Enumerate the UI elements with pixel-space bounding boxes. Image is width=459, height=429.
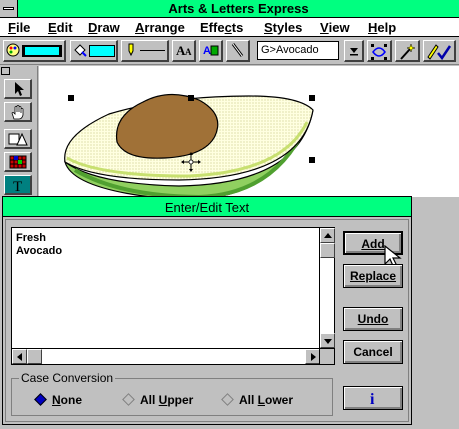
text-entry-area[interactable]: Fresh Avocado [11, 227, 335, 365]
magic-wand-icon [400, 43, 416, 60]
fill-swatch [25, 47, 59, 55]
color-text-button[interactable]: A [199, 40, 223, 62]
replace-button[interactable]: Replace [343, 264, 403, 288]
arrow-left-icon [17, 353, 22, 361]
scroll-down-button[interactable] [320, 333, 335, 348]
app-title-bar: Arts & Letters Express [0, 0, 459, 18]
arrow-up-icon [324, 233, 332, 238]
case-conversion-group: Case Conversion None All Upper All Lower [11, 371, 333, 416]
style-name-field[interactable]: G>Avocado [257, 41, 339, 60]
cancel-button-label: Cancel [353, 345, 393, 359]
selection-handle[interactable] [68, 95, 74, 101]
menu-edit[interactable]: Edit [48, 20, 73, 35]
menu-arrange[interactable]: Arrange [135, 20, 185, 35]
scroll-up-button[interactable] [320, 228, 335, 243]
menu-file[interactable]: File [8, 20, 30, 35]
hand-tool[interactable] [4, 102, 32, 122]
system-menu-button[interactable] [0, 0, 18, 17]
radio-unselected-icon [221, 393, 234, 406]
text-entry-content[interactable]: Fresh Avocado [16, 232, 62, 258]
case-none-label: None [52, 393, 83, 407]
replace-button-label: Replace [349, 269, 397, 283]
menu-effects[interactable]: Effects [200, 20, 243, 35]
line-preview [140, 50, 165, 51]
radio-selected-icon [34, 393, 47, 406]
style-dropdown-button[interactable] [344, 40, 364, 62]
horizontal-scrollbar[interactable] [12, 348, 320, 364]
menubar: File Edit Draw Arrange Effects Styles Vi… [0, 18, 459, 37]
chart-tool[interactable] [4, 152, 32, 172]
svg-text:A: A [203, 45, 211, 57]
selection-handle[interactable] [309, 157, 315, 163]
line-swatch [89, 45, 115, 57]
palette-icon [6, 43, 20, 57]
eyedropper-button[interactable] [226, 40, 250, 62]
magic-wand-button[interactable] [395, 40, 420, 62]
case-conversion-legend: Case Conversion [19, 371, 116, 385]
pen-nib-icon [128, 43, 134, 57]
spell-check-icon [427, 44, 452, 61]
scroll-left-button[interactable] [12, 349, 27, 364]
avocado-illustration [63, 93, 314, 197]
undo-button-label: Undo [357, 312, 389, 326]
scroll-thumb[interactable] [320, 243, 335, 258]
line-color-button[interactable] [70, 40, 118, 62]
fill-color-button[interactable] [3, 40, 66, 62]
selection-handle[interactable] [188, 95, 194, 101]
menu-view[interactable]: View [320, 20, 350, 35]
select-tool[interactable] [4, 79, 32, 99]
undo-button[interactable]: Undo [343, 307, 403, 331]
enter-edit-text-dialog: Enter/Edit Text Fresh Avocado Add Replac… [2, 196, 412, 425]
transform-handles-icon [371, 44, 387, 60]
drawing-canvas[interactable] [39, 66, 459, 197]
info-button[interactable]: i [343, 386, 403, 410]
toolbar: A A A G>Avocado [0, 37, 459, 65]
vertical-scrollbar[interactable] [319, 228, 335, 348]
transform-button[interactable] [367, 40, 392, 62]
color-text-icon: A [203, 45, 219, 57]
svg-text:T: T [13, 179, 22, 193]
text-tool[interactable]: T [4, 175, 32, 195]
dialog-title: Enter/Edit Text [3, 197, 411, 217]
case-all-lower-label: All Lower [239, 393, 294, 407]
case-all-upper-label: All Upper [140, 393, 194, 407]
arrow-pointer-icon [15, 82, 24, 96]
selection-handle[interactable] [309, 95, 315, 101]
app-title: Arts & Letters Express [168, 1, 309, 16]
menu-draw[interactable]: Draw [88, 20, 120, 35]
spell-check-button[interactable] [423, 40, 456, 62]
line-style-button[interactable] [121, 40, 169, 62]
eyedropper-icon [231, 43, 244, 57]
scroll-right-button[interactable] [305, 349, 320, 364]
paint-bucket-icon [74, 44, 87, 57]
svg-text:i: i [370, 391, 375, 406]
hand-icon [11, 105, 24, 120]
cancel-button[interactable]: Cancel [343, 340, 403, 364]
dropdown-arrow-icon [350, 48, 358, 56]
menu-styles[interactable]: Styles [264, 20, 302, 35]
chart-grid-icon [9, 155, 27, 169]
arrow-down-icon [324, 339, 332, 344]
menu-help[interactable]: Help [368, 20, 396, 35]
font-size-icon: A A [176, 43, 192, 57]
fill-swatch-frame [22, 45, 62, 57]
arrow-right-icon [311, 353, 316, 361]
toolbox-close-button[interactable] [1, 67, 10, 75]
scroll-thumb-horizontal[interactable] [27, 349, 42, 364]
svg-text:A: A [185, 47, 192, 57]
text-t-icon: T [13, 179, 22, 193]
scrollbar-corner [319, 348, 334, 364]
toolbox: T [0, 66, 38, 196]
shapes-tool[interactable] [4, 129, 32, 149]
radio-unselected-icon [122, 393, 135, 406]
font-button[interactable]: A A [172, 40, 196, 62]
shapes-icon [8, 132, 28, 146]
info-icon: i [370, 391, 375, 408]
add-button-label: Add [361, 237, 385, 251]
